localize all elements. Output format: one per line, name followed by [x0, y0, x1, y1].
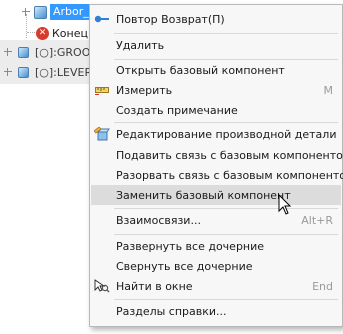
menu-item-open-base-component[interactable]: Открыть базовый компонент — [91, 60, 341, 80]
menu-item-label: Измерить — [116, 83, 173, 97]
menu-item-label: Взаимосвязи... — [116, 213, 201, 227]
tree-row-groove[interactable]: [○]:GROOV — [4, 42, 98, 62]
menu-item-expand-all-children[interactable]: Развернуть все дочерние — [91, 236, 341, 256]
menu-item-label: Создать примечание — [116, 103, 238, 117]
menu-item-label: Редактирование производной детали — [116, 127, 337, 141]
component-cube-icon — [18, 46, 29, 58]
menu-item-shortcut: End — [312, 279, 333, 293]
menu-separator — [114, 122, 338, 123]
context-menu: Повтор Возврат(П) Удалить Открыть базовы… — [89, 4, 343, 327]
menu-item-label: Разорвать связь с базовым компонентом — [116, 168, 343, 182]
menu-item-shortcut: Alt+R — [301, 213, 333, 227]
menu-item-delete[interactable]: Удалить — [91, 35, 341, 55]
menu-item-label: Удалить — [116, 38, 165, 52]
tree-expand-icon[interactable] — [4, 48, 12, 56]
tree-item-label: [○]:LEVER — [35, 65, 93, 79]
menu-item-break-link[interactable]: Разорвать связь с базовым компонентом — [91, 165, 343, 185]
menu-item-find-in-window[interactable]: Найти в окне End — [91, 276, 341, 296]
tree-connector-line — [26, 14, 28, 38]
mouse-pointer-icon — [278, 193, 292, 219]
menu-item-label: Разделы справки... — [116, 304, 227, 318]
ruler-icon — [91, 80, 113, 100]
part-cube-icon — [34, 5, 47, 19]
return-arrow-icon — [91, 9, 113, 29]
menu-item-repeat-return[interactable]: Повтор Возврат(П) — [91, 9, 341, 29]
menu-separator — [114, 234, 338, 235]
menu-item-label: Свернуть все дочерние — [116, 259, 253, 273]
menu-item-replace-base-component[interactable]: Заменить базовый компонент — [91, 185, 341, 205]
menu-item-label: Найти в окне — [116, 279, 193, 293]
derived-part-edit-icon — [91, 124, 113, 144]
menu-item-label: Открыть базовый компонент — [116, 63, 285, 77]
menu-item-label: Подавить связь с базовым компонентом — [116, 148, 343, 162]
menu-item-label: Повтор Возврат(П) — [116, 12, 225, 26]
menu-item-help-topics[interactable]: Разделы справки... — [91, 301, 341, 321]
tree-connector-line — [27, 32, 35, 34]
menu-item-label: Развернуть все дочерние — [116, 239, 265, 253]
tree-expand-icon[interactable] — [4, 68, 12, 76]
menu-item-shortcut: M — [323, 83, 334, 97]
menu-separator — [114, 33, 338, 34]
tree-row-lever[interactable]: [○]:LEVER — [4, 62, 92, 82]
menu-item-create-note[interactable]: Создать примечание — [91, 100, 341, 120]
tree-row-selected[interactable]: Arbor_ — [22, 2, 92, 22]
tree-item-selected-label[interactable]: Arbor_ — [50, 4, 92, 20]
menu-item-relationships[interactable]: Взаимосвязи... Alt+R — [91, 210, 341, 230]
menu-item-measure[interactable]: Измерить M — [91, 80, 341, 100]
find-in-window-icon — [91, 276, 113, 296]
menu-separator — [114, 299, 338, 300]
component-cube-icon — [18, 66, 29, 78]
menu-item-collapse-all-children[interactable]: Свернуть все дочерние — [91, 256, 341, 276]
menu-item-label: Заменить базовый компонент — [116, 188, 291, 202]
end-of-part-icon: ✕ — [36, 26, 49, 40]
menu-item-edit-derived-part[interactable]: Редактирование производной детали — [91, 124, 341, 144]
menu-separator — [114, 208, 338, 209]
menu-item-suppress-link[interactable]: Подавить связь с базовым компонентом — [91, 145, 343, 165]
